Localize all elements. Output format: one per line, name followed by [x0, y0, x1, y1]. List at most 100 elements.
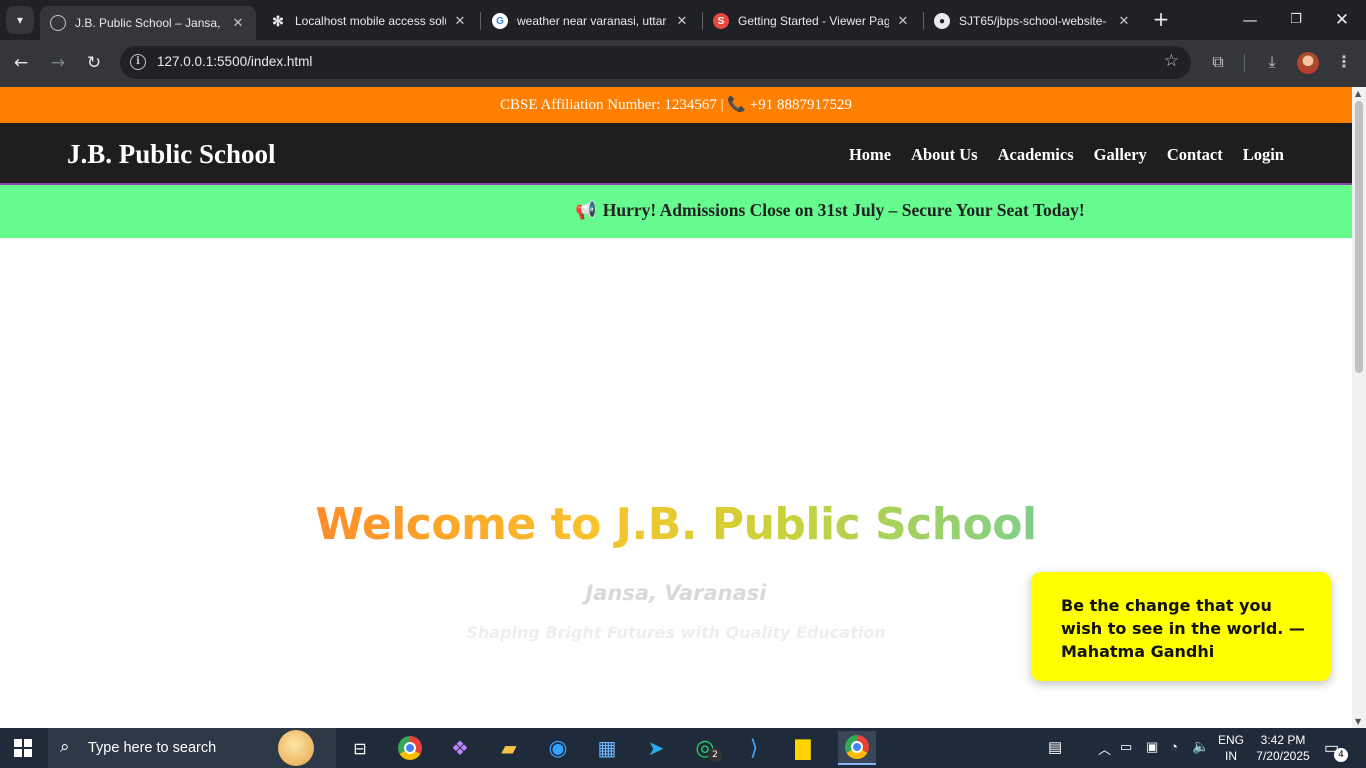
- close-window-button[interactable]: ✕: [1322, 6, 1362, 34]
- info-icon[interactable]: i: [130, 54, 146, 70]
- windows-taskbar: ⌕ Type here to search ⊟ ❖ ▰ ◉ ▦ ➤ ◎ 2 ⟩ …: [0, 728, 1366, 768]
- download-icon[interactable]: ⤓: [1260, 52, 1284, 72]
- nav-login[interactable]: Login: [1243, 145, 1284, 165]
- sticky-notes-icon[interactable]: ▇: [789, 734, 817, 762]
- affiliation-text: CBSE Affiliation Number: 1234567 |: [500, 97, 724, 113]
- chevron-up-icon[interactable]: ︿: [1098, 739, 1111, 758]
- tab-weather[interactable]: G weather near varanasi, uttar ✕: [482, 6, 700, 36]
- browser-tabstrip: ▾ J.B. Public School – Jansa, Va ✕ ✻ Loc…: [0, 0, 1366, 40]
- close-icon[interactable]: ✕: [452, 13, 468, 29]
- profile-avatar[interactable]: [1297, 52, 1319, 74]
- phone-icon: 📞: [727, 97, 747, 113]
- nav-about-us[interactable]: About Us: [911, 145, 977, 165]
- tab-title: J.B. Public School – Jansa, Va: [75, 16, 224, 30]
- menu-kebab-icon[interactable]: ⋮: [1332, 52, 1356, 71]
- language-code: ENG: [1218, 733, 1245, 747]
- site-brand[interactable]: J.B. Public School: [67, 139, 276, 170]
- tab-getting-started[interactable]: S Getting Started - Viewer Pag ✕: [703, 6, 921, 36]
- s-icon: S: [713, 13, 729, 29]
- scrollbar-thumb[interactable]: [1355, 101, 1363, 373]
- openai-icon: ✻: [272, 12, 284, 29]
- ticker-message: 📢 Hurry! Admissions Close on 31st July – …: [575, 200, 1085, 221]
- quote-card: Be the change that you wish to see in th…: [1031, 572, 1331, 681]
- nav-academics[interactable]: Academics: [998, 145, 1074, 165]
- whatsapp-badge: 2: [708, 748, 722, 762]
- minimize-button[interactable]: —: [1230, 6, 1270, 34]
- forward-button[interactable]: →: [45, 50, 71, 76]
- search-icon: ⌕: [60, 737, 70, 757]
- close-icon[interactable]: ✕: [674, 13, 690, 29]
- vscode-icon[interactable]: ⟩: [740, 734, 768, 762]
- tab-jb-public-school[interactable]: J.B. Public School – Jansa, Va ✕: [40, 6, 256, 40]
- close-icon[interactable]: ✕: [230, 15, 246, 31]
- restore-button[interactable]: ❐: [1276, 6, 1316, 34]
- tab-title: Localhost mobile access solu: [295, 14, 446, 28]
- arrow-right-icon: →: [50, 53, 66, 73]
- phone-number: +91 8887917529: [749, 97, 852, 113]
- language-region: IN: [1225, 749, 1237, 763]
- toolbar-separator: [1244, 54, 1245, 72]
- task-view-icon[interactable]: ⊟: [346, 734, 374, 762]
- scroll-down-icon[interactable]: ▼: [1355, 717, 1361, 726]
- page-viewport: CBSE Affiliation Number: 1234567 | 📞 +91…: [0, 87, 1352, 728]
- google-icon: G: [492, 13, 508, 29]
- edge-icon[interactable]: ◉: [544, 734, 572, 762]
- tab-search-button[interactable]: ▾: [6, 6, 34, 34]
- chevron-down-icon: ▾: [16, 13, 24, 27]
- main-nav: Home About Us Academics Gallery Contact …: [849, 145, 1284, 165]
- tab-title: Getting Started - Viewer Pag: [738, 14, 889, 28]
- moon-widget-icon[interactable]: [278, 730, 314, 766]
- arrow-left-icon: ←: [13, 53, 29, 73]
- close-icon[interactable]: ✕: [895, 13, 911, 29]
- megaphone-icon: 📢: [575, 200, 597, 220]
- site-header: J.B. Public School Home About Us Academi…: [0, 123, 1352, 185]
- close-icon[interactable]: ✕: [1116, 13, 1132, 29]
- back-button[interactable]: ←: [8, 50, 34, 76]
- reload-icon: ↻: [86, 53, 102, 73]
- hero-title: Welcome to J.B. Public School: [0, 499, 1352, 550]
- globe-icon: [50, 15, 66, 31]
- tab-localhost-mobile[interactable]: ✻ Localhost mobile access solu ✕: [260, 6, 478, 36]
- tab-separator: [480, 12, 481, 30]
- extensions-puzzle-icon[interactable]: ⧉: [1206, 52, 1230, 72]
- chrome-active-icon[interactable]: [838, 731, 876, 765]
- github-icon: ●: [934, 13, 950, 29]
- tab-github[interactable]: ● SJT65/jbps-school-website- ✕: [924, 6, 1142, 36]
- taskbar-search-placeholder: Type here to search: [88, 740, 217, 756]
- clock[interactable]: 3:42 PM 7/20/2025: [1252, 732, 1314, 764]
- nav-home[interactable]: Home: [849, 145, 891, 165]
- whatsapp-icon[interactable]: ◎ 2: [691, 734, 722, 762]
- windows-start-button[interactable]: [14, 739, 32, 757]
- admission-ticker: 📢 Hurry! Admissions Close on 31st July – …: [0, 185, 1352, 238]
- address-bar[interactable]: i 127.0.0.1:5500/index.html ☆: [120, 46, 1191, 79]
- nav-contact[interactable]: Contact: [1167, 145, 1223, 165]
- clock-time: 3:42 PM: [1260, 733, 1306, 747]
- language-indicator[interactable]: ENG IN: [1218, 732, 1244, 764]
- reload-button[interactable]: ↻: [81, 50, 107, 76]
- battery-icon[interactable]: ▭: [1120, 739, 1132, 755]
- tab-title: weather near varanasi, uttar: [517, 14, 667, 28]
- address-url[interactable]: 127.0.0.1:5500/index.html: [157, 54, 312, 69]
- clock-date: 7/20/2025: [1256, 749, 1310, 763]
- wifi-icon[interactable]: ◔: [1170, 739, 1178, 754]
- news-widget-icon[interactable]: ▤: [1048, 738, 1062, 756]
- restore-icon: ❐: [1290, 12, 1302, 27]
- close-icon: ✕: [1334, 10, 1350, 30]
- volume-icon[interactable]: 🔈: [1192, 738, 1209, 755]
- browser-toolbar: ← → ↻ i 127.0.0.1:5500/index.html ☆ ⧉ ⤓ …: [0, 40, 1366, 87]
- info-topbar: CBSE Affiliation Number: 1234567 | 📞 +91…: [0, 87, 1352, 123]
- file-explorer-icon[interactable]: ▰: [495, 734, 523, 762]
- copilot-icon[interactable]: ❖: [446, 734, 474, 762]
- taskbar-search-box[interactable]: ⌕ Type here to search: [48, 728, 336, 768]
- meet-now-icon[interactable]: ▣: [1146, 739, 1158, 755]
- bookmark-star-icon[interactable]: ☆: [1164, 51, 1179, 71]
- new-tab-button[interactable]: +: [1150, 8, 1172, 30]
- minimize-icon: —: [1242, 11, 1258, 29]
- telegram-icon[interactable]: ➤: [642, 734, 670, 762]
- chrome-taskbar-icon[interactable]: [396, 734, 424, 762]
- store-icon[interactable]: ▦: [593, 734, 621, 762]
- scroll-up-icon[interactable]: ▲: [1355, 89, 1361, 98]
- page-scrollbar[interactable]: ▲ ▼: [1352, 87, 1366, 728]
- nav-gallery[interactable]: Gallery: [1094, 145, 1147, 165]
- tab-title: SJT65/jbps-school-website-: [959, 14, 1107, 28]
